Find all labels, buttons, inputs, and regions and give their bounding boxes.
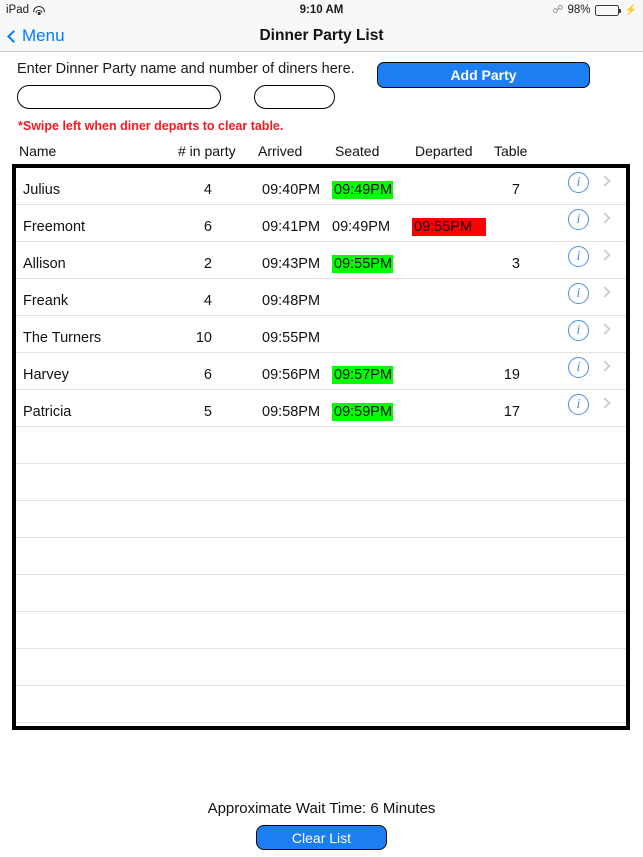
column-header-departed: Departed (415, 143, 473, 159)
entry-instruction: Enter Dinner Party name and number of di… (17, 61, 355, 77)
cell-seated: 09:49PM (332, 181, 394, 200)
cell-party-size: 2 (203, 256, 212, 273)
lightning-bolt-icon: ⚡ (624, 4, 637, 16)
cell-party-size: 6 (203, 219, 212, 236)
cell-party-size: 4 (203, 293, 212, 310)
status-bar-right: ☍ 98% ⚡ (552, 4, 637, 16)
cell-arrived: 09:43PM (262, 256, 321, 273)
seated-highlight: 09:49PM (332, 181, 394, 200)
table-row-empty (16, 612, 626, 649)
cell-arrived: 09:41PM (262, 219, 321, 236)
table-row-empty (16, 575, 626, 612)
diner-count-input[interactable] (254, 85, 335, 109)
table-row-empty (16, 427, 626, 464)
cell-party-size: 5 (203, 404, 212, 421)
column-header-party: # in party (178, 143, 236, 159)
cell-arrived: 09:58PM (262, 404, 321, 421)
cell-name: Patricia (23, 404, 72, 421)
cell-party-size: 4 (203, 182, 212, 199)
table-row-empty (16, 686, 626, 723)
info-circle-icon[interactable]: i (568, 172, 589, 193)
column-header-arrived: Arrived (258, 143, 303, 159)
chevron-right-icon[interactable] (599, 212, 611, 224)
column-header-seated: Seated (335, 143, 380, 159)
cell-seated: 09:59PM (332, 403, 394, 422)
cell-arrived: 09:40PM (262, 182, 321, 199)
info-circle-icon[interactable]: i (568, 209, 589, 230)
chevron-right-icon[interactable] (599, 397, 611, 409)
party-name-input[interactable] (17, 85, 221, 109)
table-row-empty (16, 649, 626, 686)
cell-arrived: 09:56PM (262, 367, 321, 384)
approximate-wait-time: Approximate Wait Time: 6 Minutes (207, 800, 436, 817)
party-list-table: Julius 4 09:40PM 09:49PM 7 i Freemont 6 09:41PM 0… (12, 164, 630, 730)
app-root: iPad 9:10 AM ☍ 98% ⚡ Menu Dinner Party L… (0, 0, 643, 857)
table-row[interactable]: The Turners 10 09:55PM i (16, 316, 626, 353)
table-column-headers: Name # in party Arrived Seated Departed … (0, 143, 643, 163)
battery-icon (594, 4, 621, 16)
cell-name: Freemont (23, 219, 86, 236)
table-rows: Julius 4 09:40PM 09:49PM 7 i Freemont 6 09:41PM 0… (16, 168, 626, 726)
swipe-instruction-note: *Swipe left when diner departs to clear … (18, 119, 284, 133)
table-row[interactable]: Freank 4 09:48PM i (16, 279, 626, 316)
info-circle-icon[interactable]: i (568, 394, 589, 415)
table-row[interactable]: Harvey 6 09:56PM 09:57PM 19 i (16, 353, 626, 390)
cell-departed: 09:55PM (412, 218, 487, 237)
column-header-table: Table (494, 143, 528, 159)
status-bar: iPad 9:10 AM ☍ 98% ⚡ (0, 0, 643, 20)
seated-highlight: 09:57PM (332, 366, 394, 385)
cell-party-size: 6 (203, 367, 212, 384)
cell-seated: 09:57PM (332, 366, 394, 385)
cell-seated: 09:49PM (332, 219, 391, 236)
cell-table-number: 17 (503, 404, 520, 421)
cell-table-number: 7 (511, 182, 520, 199)
cell-name: The Turners (23, 330, 102, 347)
cell-table-number: 19 (503, 367, 520, 384)
page-title: Dinner Party List (259, 27, 384, 44)
cell-table-number: 3 (511, 256, 520, 273)
status-bar-time: 9:10 AM (299, 4, 344, 16)
cell-name: Harvey (23, 367, 69, 384)
chevron-right-icon[interactable] (599, 249, 611, 261)
cell-party-size: 10 (195, 330, 212, 347)
navigation-bar: Menu Dinner Party List (0, 20, 643, 52)
column-header-name: Name (19, 143, 57, 159)
info-circle-icon[interactable]: i (568, 246, 589, 267)
battery-percent-label: 98% (567, 4, 591, 16)
chevron-right-icon[interactable] (599, 323, 611, 335)
table-row[interactable]: Freemont 6 09:41PM 09:49PM 09:55PM i (16, 205, 626, 242)
table-row-empty (16, 464, 626, 501)
cell-arrived: 09:55PM (262, 330, 321, 347)
chevron-right-icon[interactable] (599, 360, 611, 372)
cell-seated: 09:55PM (332, 255, 394, 274)
departed-highlight: 09:55PM (412, 218, 487, 237)
info-circle-icon[interactable]: i (568, 357, 589, 378)
cell-name: Freank (23, 293, 69, 310)
chevron-right-icon[interactable] (599, 286, 611, 298)
seated-highlight: 09:55PM (332, 255, 394, 274)
cell-arrived: 09:48PM (262, 293, 321, 310)
cell-name: Julius (23, 182, 61, 199)
seated-highlight: 09:59PM (332, 403, 394, 422)
add-party-button[interactable]: Add Party (377, 62, 590, 88)
table-row[interactable]: Patricia 5 09:58PM 09:59PM 17 i (16, 390, 626, 427)
table-row[interactable]: Allison 2 09:43PM 09:55PM 3 i (16, 242, 626, 279)
table-row-empty (16, 501, 626, 538)
table-row-empty (16, 538, 626, 575)
bluetooth-icon: ☍ (552, 3, 564, 16)
clear-list-button[interactable]: Clear List (256, 825, 387, 850)
table-row[interactable]: Julius 4 09:40PM 09:49PM 7 i (16, 168, 626, 205)
info-circle-icon[interactable]: i (568, 320, 589, 341)
chevron-right-icon[interactable] (599, 175, 611, 187)
info-circle-icon[interactable]: i (568, 283, 589, 304)
cell-name: Allison (23, 256, 66, 273)
